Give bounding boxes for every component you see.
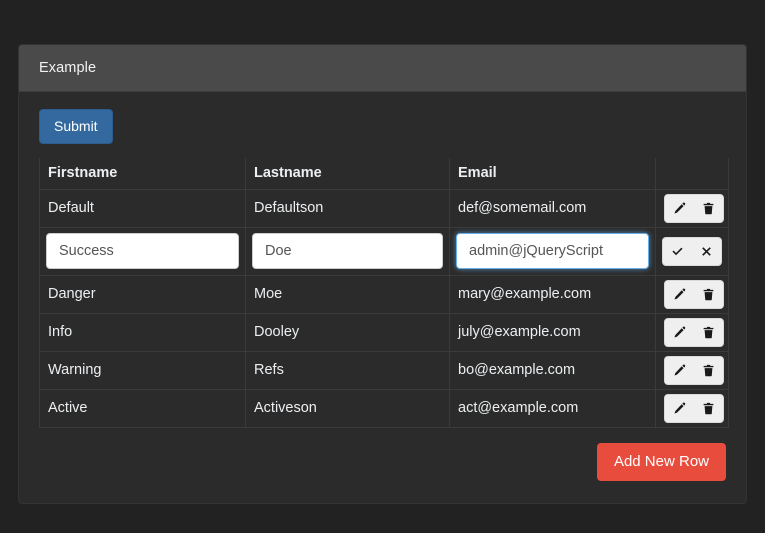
edit-button[interactable] <box>665 357 694 384</box>
delete-button[interactable] <box>694 395 723 422</box>
cell-lastname: Defaultson <box>245 188 450 228</box>
edit-button[interactable] <box>665 395 694 422</box>
edit-button[interactable] <box>665 281 694 308</box>
cell-lastname: Refs <box>245 350 450 390</box>
table-row: Default Defaultson def@somemail.com <box>39 188 729 228</box>
row-action-group <box>664 355 724 385</box>
table-row: Danger Moe mary@example.com <box>39 274 729 314</box>
panel-body: Submit Firstname Lastname Email Default … <box>19 92 746 503</box>
table-head: Firstname Lastname Email <box>39 158 729 190</box>
cell-firstname: Default <box>39 188 246 228</box>
add-new-row-button[interactable]: Add New Row <box>596 442 726 481</box>
edit-icon <box>673 202 686 215</box>
column-header-lastname: Lastname <box>245 158 450 190</box>
row-action-group <box>664 393 724 423</box>
delete-icon <box>702 288 715 301</box>
confirm-icon <box>671 245 684 258</box>
cell-lastname-edit <box>245 226 450 276</box>
cell-lastname: Dooley <box>245 312 450 352</box>
cell-email-edit <box>449 226 656 276</box>
column-header-firstname: Firstname <box>39 158 246 190</box>
cell-actions <box>655 312 729 352</box>
delete-button[interactable] <box>694 319 723 346</box>
delete-button[interactable] <box>694 281 723 308</box>
cell-email: bo@example.com <box>449 350 656 390</box>
delete-button[interactable] <box>694 357 723 384</box>
submit-button[interactable]: Submit <box>39 109 113 145</box>
row-action-group <box>664 317 724 347</box>
panel-header: Example <box>19 45 746 92</box>
cell-email: mary@example.com <box>449 274 656 314</box>
cell-firstname: Info <box>39 312 246 352</box>
example-panel: Example Submit Firstname Lastname Email … <box>18 44 747 504</box>
column-header-email: Email <box>449 158 656 190</box>
page-title: Example <box>39 60 97 76</box>
cell-email: def@somemail.com <box>449 188 656 228</box>
cell-email: act@example.com <box>449 388 656 428</box>
edit-icon <box>673 326 686 339</box>
cell-email: july@example.com <box>449 312 656 352</box>
cell-firstname: Warning <box>39 350 246 390</box>
table-body: Default Defaultson def@somemail.com Succ… <box>39 188 729 428</box>
confirm-button[interactable] <box>663 238 692 265</box>
table-row: Warning Refs bo@example.com <box>39 350 729 390</box>
delete-icon <box>702 364 715 377</box>
edit-button[interactable] <box>665 319 694 346</box>
email-input[interactable] <box>456 233 649 270</box>
cell-actions-edit <box>655 226 729 276</box>
cancel-button[interactable] <box>692 238 721 265</box>
cell-firstname-edit <box>39 226 246 276</box>
row-action-group <box>664 193 724 223</box>
cell-actions <box>655 388 729 428</box>
edit-icon <box>673 364 686 377</box>
table-row: Active Activeson act@example.com <box>39 388 729 428</box>
delete-icon <box>702 402 715 415</box>
cell-lastname: Activeson <box>245 388 450 428</box>
delete-icon <box>702 326 715 339</box>
cancel-icon <box>700 245 713 258</box>
delete-button[interactable] <box>694 195 723 222</box>
table-header-row: Firstname Lastname Email <box>39 158 729 190</box>
table-row-editing <box>39 226 729 276</box>
table-footer: Add New Row <box>39 442 726 481</box>
row-edit-action-group <box>662 236 722 266</box>
edit-icon <box>673 402 686 415</box>
cell-actions <box>655 350 729 390</box>
cell-firstname: Danger <box>39 274 246 314</box>
row-action-group <box>664 279 724 309</box>
cell-firstname: Active <box>39 388 246 428</box>
cell-lastname: Moe <box>245 274 450 314</box>
edit-button[interactable] <box>665 195 694 222</box>
column-header-actions <box>655 158 729 190</box>
delete-icon <box>702 202 715 215</box>
cell-actions <box>655 274 729 314</box>
firstname-input[interactable] <box>46 233 239 270</box>
edit-icon <box>673 288 686 301</box>
table-row: Info Dooley july@example.com <box>39 312 729 352</box>
editable-table: Firstname Lastname Email Default Default… <box>39 158 729 428</box>
lastname-input[interactable] <box>252 233 443 270</box>
cell-actions <box>655 188 729 228</box>
